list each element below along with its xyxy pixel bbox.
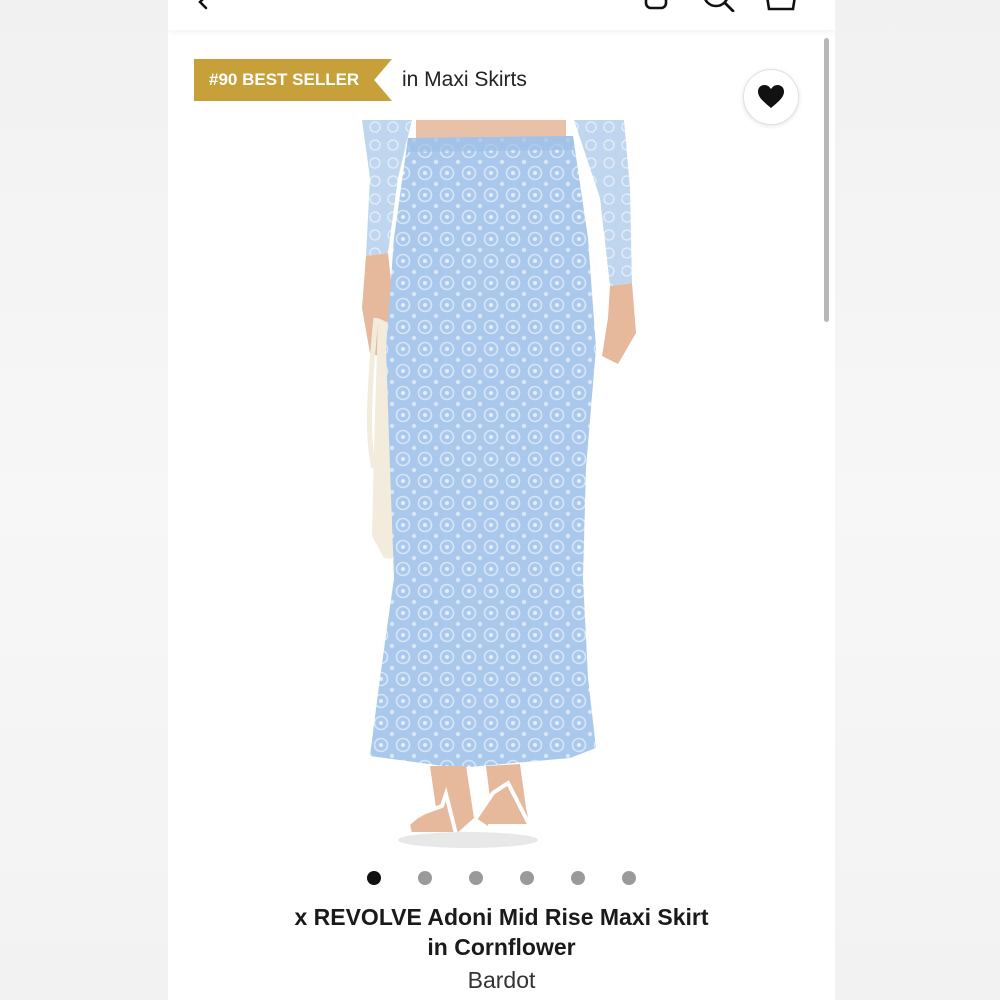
- carousel-dot[interactable]: [469, 871, 483, 885]
- product-title-line-2: in Cornflower: [427, 934, 576, 960]
- account-icon[interactable]: [642, 0, 670, 12]
- best-seller-row: #90 BEST SELLER in Maxi Skirts: [194, 59, 527, 101]
- search-icon[interactable]: [702, 0, 738, 12]
- product-title: x REVOLVE Adoni Mid Rise Maxi Skirt in C…: [208, 902, 795, 962]
- brand-name[interactable]: Bardot: [208, 965, 795, 995]
- product-image[interactable]: [348, 118, 658, 858]
- shopping-bag-icon[interactable]: [764, 0, 798, 12]
- background-right: [835, 0, 1000, 1000]
- image-carousel-dots: [367, 870, 637, 886]
- carousel-dot[interactable]: [367, 871, 381, 885]
- carousel-dot[interactable]: [622, 871, 636, 885]
- top-navigation-bar: [168, 0, 835, 30]
- carousel-dot[interactable]: [520, 871, 534, 885]
- best-seller-badge: #90 BEST SELLER: [194, 59, 392, 101]
- carousel-dot[interactable]: [571, 871, 585, 885]
- background-left: [0, 0, 168, 1000]
- scrollbar[interactable]: [824, 38, 829, 322]
- back-icon[interactable]: [196, 0, 218, 10]
- best-seller-category[interactable]: in Maxi Skirts: [402, 68, 527, 92]
- heart-icon: [758, 85, 784, 108]
- product-page: #90 BEST SELLER in Maxi Skirts x REVOLVE…: [168, 0, 835, 1000]
- carousel-dot[interactable]: [418, 871, 432, 885]
- favorite-button[interactable]: [743, 69, 799, 125]
- product-title-line-1: x REVOLVE Adoni Mid Rise Maxi Skirt: [294, 904, 709, 930]
